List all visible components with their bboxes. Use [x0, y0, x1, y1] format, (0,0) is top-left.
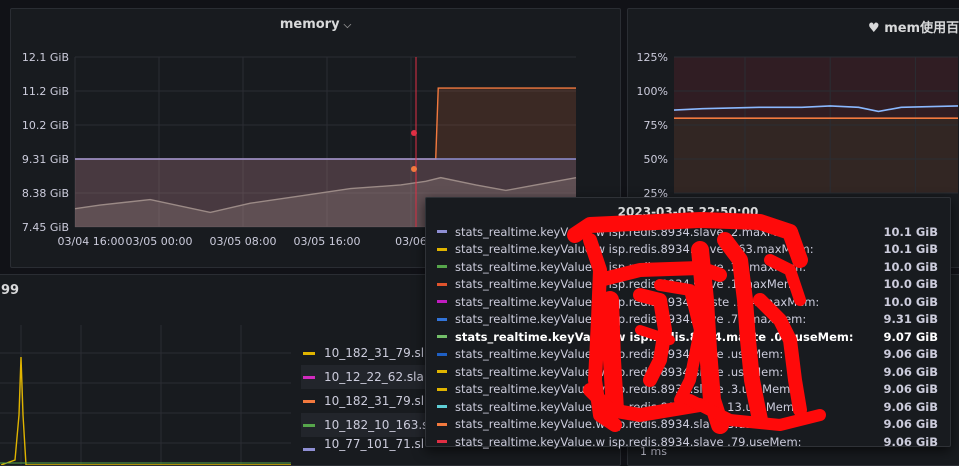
- tooltip-row: stats_realtime.keyValue.w isp.redis.8934…: [426, 276, 950, 294]
- latency-chart[interactable]: [0, 275, 291, 465]
- tooltip-rows: stats_realtime.keyValue.w isp.redis.8934…: [426, 223, 950, 451]
- series-value: 9.06 GiB: [883, 434, 938, 449]
- x-tick-label: 03/05 08:00: [210, 235, 277, 248]
- y-tick-label: 100%: [637, 85, 668, 98]
- series-value: 9.06 GiB: [883, 382, 938, 397]
- tooltip-row: stats_realtime.keyValue.w isp.redis.8934…: [426, 433, 950, 451]
- y-tick-label: 7.45 GiB: [22, 221, 69, 234]
- series-swatch: [437, 405, 447, 409]
- tooltip-row: stats_realtime.keyValue.w isp.redis.8934…: [426, 223, 950, 241]
- series-name: stats_realtime.keyValue.w isp.redis.8934…: [455, 382, 795, 397]
- series-value: 10.1 GiB: [883, 242, 938, 257]
- latency-panel-title[interactable]: 99: [1, 283, 19, 298]
- memory-panel-title[interactable]: memory ⌵: [11, 17, 620, 32]
- legend-label: 10_182_31_79.sl: [324, 394, 425, 408]
- tooltip-row: stats_realtime.keyValue.w isp.redis.8934…: [426, 416, 950, 434]
- series-name: stats_realtime.keyValue.w isp.redis.8934…: [455, 417, 791, 432]
- x-tick-label: 03/06: [395, 235, 427, 248]
- tooltip-time: 2023-03-05 22:50:00: [617, 205, 759, 219]
- series-swatch: [437, 440, 447, 444]
- series-swatch: [437, 352, 447, 356]
- y-tick-label: 8.38 GiB: [22, 187, 69, 200]
- chevron-down-icon[interactable]: ⌵: [344, 20, 352, 31]
- legend-label: 10_12_22_62.sla: [324, 370, 424, 384]
- series-swatch: [437, 300, 447, 304]
- series-value: 9.06 GiB: [883, 364, 938, 379]
- legend-swatch: [303, 448, 315, 451]
- tooltip-row: stats_realtime.keyValue.w isp.redis.8934…: [426, 381, 950, 399]
- series-name: stats_realtime.keyValue.w isp.redis.8934…: [455, 294, 820, 309]
- legend-swatch: [303, 375, 315, 379]
- series-swatch: [437, 265, 447, 269]
- series-value: 10.1 GiB: [883, 224, 938, 239]
- mem-usage-title-text: mem使用百: [884, 21, 959, 36]
- series-name: stats_realtime.keyValue.w isp.redis.8934…: [455, 312, 807, 327]
- series-value: 9.31 GiB: [883, 312, 938, 327]
- series-value: 10.0 GiB: [883, 277, 938, 292]
- heart-icon: ♥: [868, 21, 880, 36]
- series-value: 9.06 GiB: [883, 417, 938, 432]
- y-tick-label: 75%: [644, 119, 668, 132]
- hover-point: [411, 130, 417, 136]
- series-name: stats_realtime.keyValue.w isp.redis.8934…: [455, 224, 799, 239]
- series-value: 10.0 GiB: [883, 294, 938, 309]
- legend-label: 10_77_101_71.sl: [324, 437, 425, 451]
- series-name: stats_realtime.keyValue.w isp.redis.8934…: [455, 364, 784, 379]
- legend-label: 10_182_10_163.s: [324, 418, 429, 432]
- y-tick-label: 12.1 GiB: [22, 51, 69, 64]
- series-name: stats_realtime.keyValue.w isp.redis.8934…: [455, 259, 807, 274]
- series-name: stats_realtime.keyValue.w isp.redis.8934…: [455, 329, 854, 344]
- series-swatch: [437, 317, 447, 321]
- series-swatch: [437, 247, 447, 251]
- y-tick-label: 11.2 GiB: [22, 85, 69, 98]
- tooltip-row: stats_realtime.keyValue.w isp.redis.8934…: [426, 311, 950, 329]
- y-tick-label: 9.31 GiB: [22, 153, 69, 166]
- series-value: 9.06 GiB: [883, 399, 938, 414]
- series-name: stats_realtime.keyValue.w isp.redis.8934…: [455, 242, 814, 257]
- series-swatch: [437, 335, 447, 339]
- memory-title-text: memory: [279, 17, 340, 32]
- legend-label: 10_182_31_79.sl: [324, 346, 425, 360]
- legend-swatch: [303, 423, 315, 427]
- series-value: 9.06 GiB: [883, 347, 938, 362]
- series-swatch: [437, 387, 447, 391]
- series-line: [0, 356, 291, 465]
- x-tick-label: 03/04 16:00: [58, 235, 125, 248]
- y-tick-label: 50%: [644, 153, 668, 166]
- x-tick-label: 03/05 16:00: [294, 235, 361, 248]
- series-name: stats_realtime.keyValue.w isp.redis.8934…: [455, 347, 784, 362]
- series-name: stats_realtime.keyValue.w isp.redis.8934…: [455, 399, 798, 414]
- y-tick-label: 10.2 GiB: [22, 119, 69, 132]
- tooltip-row: stats_realtime.keyValue.w isp.redis.8934…: [426, 346, 950, 364]
- series-value: 9.07 GiB: [883, 329, 938, 344]
- tooltip-row: stats_realtime.keyValue.w isp.redis.8934…: [426, 293, 950, 311]
- tooltip-row: stats_realtime.keyValue.w isp.redis.8934…: [426, 241, 950, 259]
- series-swatch: [437, 282, 447, 286]
- series-name: stats_realtime.keyValue.w isp.redis.8934…: [455, 277, 799, 292]
- x-tick-label: 03/05 00:00: [126, 235, 193, 248]
- mem-usage-panel-title[interactable]: ♥ mem使用百: [868, 17, 959, 36]
- tooltip-row: stats_realtime.keyValue.w isp.redis.8934…: [426, 398, 950, 416]
- legend-swatch: [303, 399, 315, 403]
- series-value: 10.0 GiB: [883, 259, 938, 274]
- series-name: stats_realtime.keyValue.w isp.redis.8934…: [455, 434, 802, 449]
- series-swatch: [437, 422, 447, 426]
- tooltip-row: stats_realtime.keyValue.w isp.redis.8934…: [426, 328, 950, 346]
- y-tick-label: 125%: [637, 51, 668, 64]
- legend-swatch: [303, 351, 315, 355]
- tooltip-row: stats_realtime.keyValue.w isp.redis.8934…: [426, 258, 950, 276]
- series-swatch: [437, 230, 447, 234]
- series-swatch: [437, 370, 447, 374]
- tooltip-row: stats_realtime.keyValue.w isp.redis.8934…: [426, 363, 950, 381]
- hover-point: [411, 166, 417, 172]
- chart-tooltip: 2023-03-05 22:50:00 stats_realtime.keyVa…: [425, 197, 951, 449]
